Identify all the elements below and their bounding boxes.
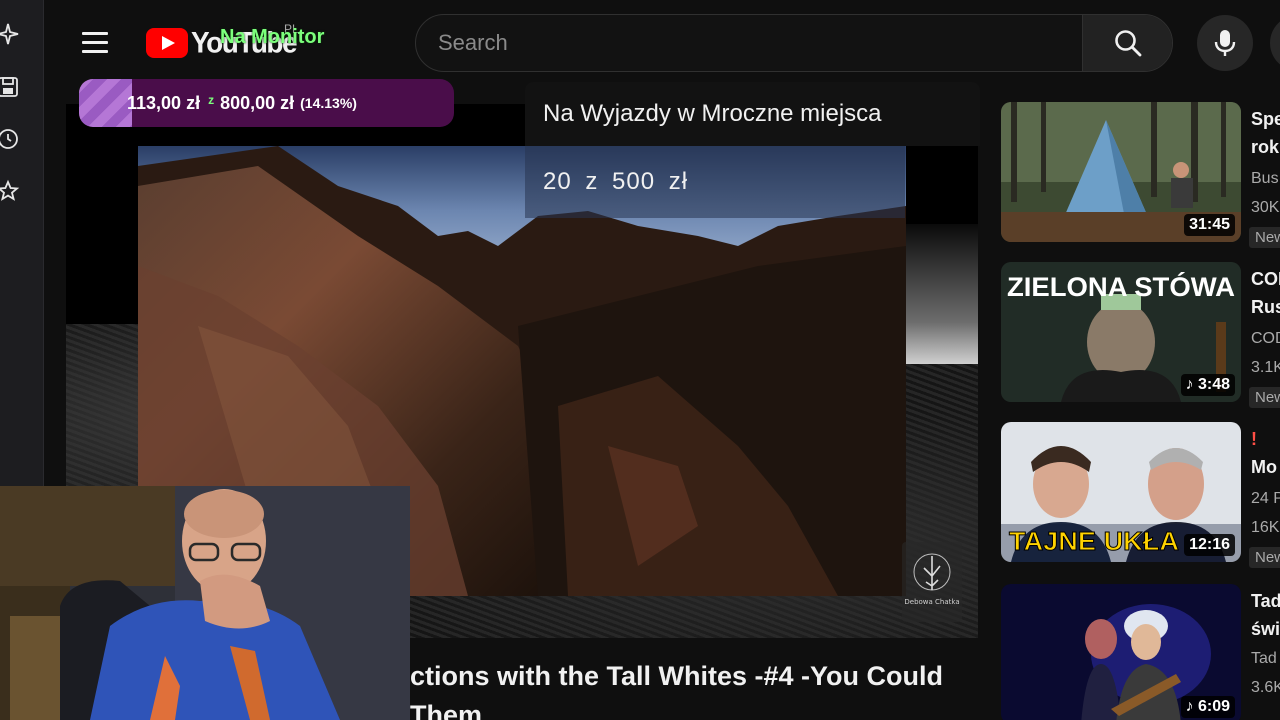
new-badge: New — [1249, 227, 1280, 248]
recommendation-channel[interactable]: COD — [1251, 330, 1280, 348]
search-box — [415, 14, 1173, 72]
history-icon[interactable] — [0, 127, 20, 151]
youtube-play-icon — [146, 28, 188, 58]
recommendation-channel[interactable]: Tad — [1251, 650, 1280, 668]
recommendation-thumbnail[interactable]: ♪ 6:09 — [1001, 584, 1241, 720]
star-icon[interactable] — [0, 179, 20, 203]
new-badge: New — [1249, 387, 1280, 408]
recommendation-title[interactable]: Spe — [1251, 106, 1280, 132]
donation-goal-progress — [79, 79, 132, 127]
donation-goal-bar: 113,00 zł z 800,00 zł (14.13%) — [79, 79, 454, 127]
video-duration: 31:45 — [1184, 214, 1235, 236]
webcam-overlay — [0, 486, 410, 720]
music-note-icon: ♪ — [1185, 698, 1198, 715]
new-badge: New — [1249, 547, 1280, 568]
watermark-text: Debowa Chatka — [904, 598, 959, 606]
donation-alert-amount: 20 z 500 zł — [543, 168, 689, 195]
channel-watermark-logo: Debowa Chatka — [902, 542, 962, 622]
recommendation-item[interactable]: ZIELONA STÓWA ♪ 3:48 COI Rus COD 3.1K Ne… — [1001, 262, 1280, 408]
recommendation-views: 3.1K — [1251, 359, 1280, 376]
recommendation-views: 30K — [1251, 199, 1280, 216]
thumbnail-text: TAJNE UKŁA — [1009, 526, 1179, 556]
music-note-icon: ♪ — [1185, 376, 1198, 393]
recommendation-views: 3.6K — [1251, 679, 1280, 696]
save-icon[interactable] — [0, 75, 20, 99]
goal-target-amount: 800,00 zł — [220, 92, 295, 113]
search-input[interactable] — [416, 15, 1083, 71]
recommendation-channel[interactable]: 24 P — [1251, 490, 1280, 508]
video-title-line-2: Them — [410, 700, 483, 720]
recommendation-title[interactable]: ! — [1251, 426, 1280, 452]
goal-current-amount: 113,00 zł — [127, 92, 201, 113]
donation-alert: Na Wyjazdy w Mroczne miejsca 20 z 500 zł — [525, 82, 980, 218]
recommendation-channel[interactable]: Bus — [1251, 170, 1280, 188]
video-duration: 12:16 — [1184, 534, 1235, 556]
recommendation-item[interactable]: ♪ 6:09 Tad świ Tad 3.6K — [1001, 584, 1280, 720]
search-button[interactable] — [1082, 15, 1172, 71]
recommendation-thumbnail[interactable]: 31:45 — [1001, 102, 1241, 242]
menu-icon[interactable] — [80, 28, 110, 58]
video-title-line-1: ctions with the Tall Whites -#4 -You Cou… — [410, 661, 943, 691]
recommendation-title-line-2[interactable]: Mo — [1251, 454, 1280, 480]
goal-percent: (14.13%) — [300, 95, 357, 111]
thumbnail-text: ZIELONA STÓWA — [1007, 271, 1235, 302]
recommendation-thumbnail[interactable]: TAJNE UKŁA 12:16 — [1001, 422, 1241, 562]
recommendation-title-line-2[interactable]: rok — [1251, 134, 1280, 160]
monitor-overlay-label: Na Monitor — [220, 26, 325, 48]
video-duration: ♪ 6:09 — [1180, 696, 1235, 718]
duration-value: 6:09 — [1197, 698, 1230, 715]
recommendation-title[interactable]: COI — [1251, 266, 1280, 292]
donation-alert-title: Na Wyjazdy w Mroczne miejsca — [543, 100, 882, 127]
voice-search-button[interactable] — [1197, 15, 1253, 71]
recommendation-title-line-2[interactable]: świ — [1251, 616, 1280, 642]
duration-value: 3:48 — [1197, 376, 1230, 393]
video-frame-sky — [906, 224, 978, 364]
recommendation-title-line-2[interactable]: Rus — [1251, 294, 1280, 320]
recommendation-item[interactable]: 31:45 Spe rok Bus 30K New — [1001, 102, 1280, 248]
search-icon — [1115, 30, 1142, 57]
video-duration: ♪ 3:48 — [1180, 374, 1235, 396]
recommendation-thumbnail[interactable]: ZIELONA STÓWA ♪ 3:48 — [1001, 262, 1241, 402]
recommendation-views: 16K — [1251, 519, 1280, 536]
recommendation-title[interactable]: Tad — [1251, 588, 1280, 614]
sparkle-icon[interactable] — [0, 22, 20, 46]
goal-separator: z — [208, 93, 215, 107]
microphone-icon — [1214, 30, 1236, 56]
recommendation-item[interactable]: TAJNE UKŁA 12:16 ! Mo 24 P 16K New — [1001, 422, 1280, 568]
